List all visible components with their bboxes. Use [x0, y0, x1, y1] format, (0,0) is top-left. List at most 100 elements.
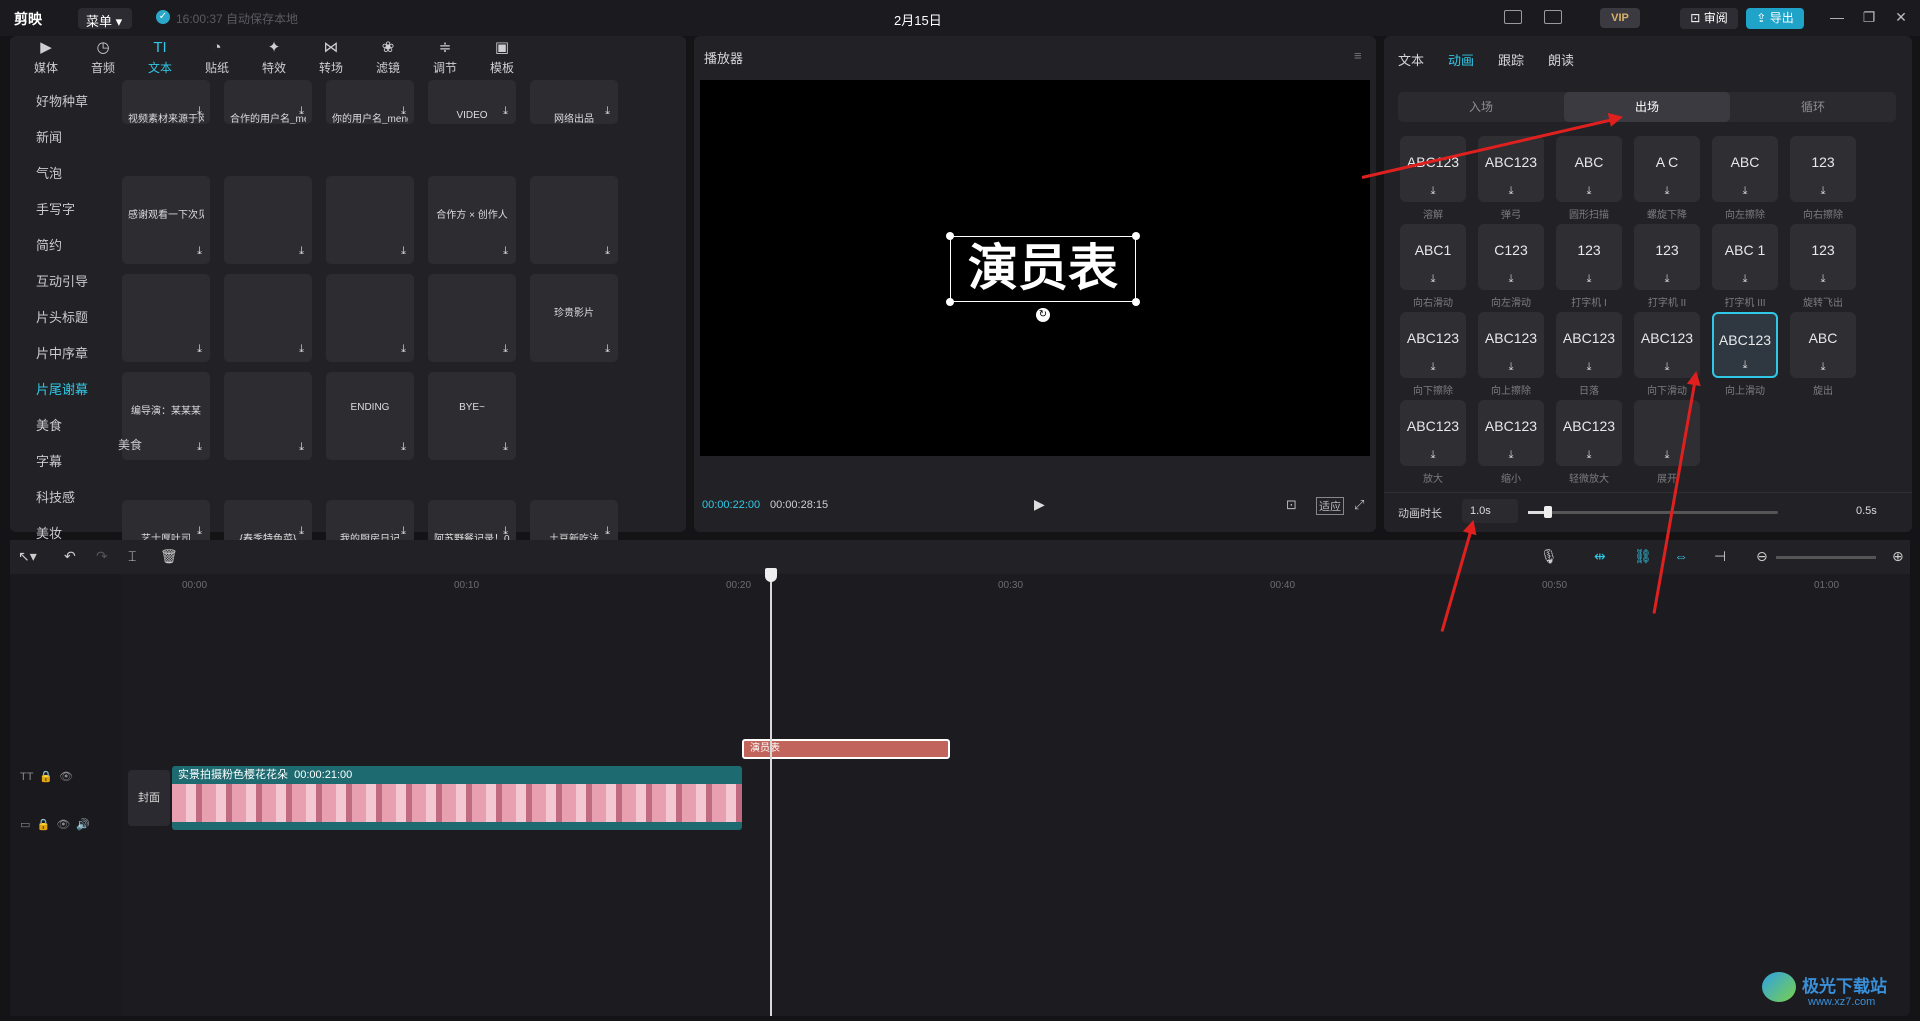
animation-preset[interactable]: ABC123⤓	[1556, 312, 1622, 378]
animation-preset[interactable]: ABC 1 ⤓	[1712, 224, 1778, 290]
text-template[interactable]: ⤓	[428, 274, 516, 362]
animation-preset[interactable]: ABC123⤓	[1634, 312, 1700, 378]
category-item[interactable]: 字幕	[10, 444, 118, 480]
category-item[interactable]: 新闻	[10, 120, 118, 156]
player-menu-icon[interactable]: ≡	[1354, 48, 1362, 63]
text-template[interactable]: 珍贵影片 ⤓	[530, 274, 618, 362]
property-tab[interactable]: 朗读	[1548, 50, 1574, 69]
tool-tab[interactable]: ◷ 音频	[77, 40, 129, 76]
animation-preset[interactable]: ABC123⤓	[1400, 400, 1466, 466]
tool-tab[interactable]: ≑ 调节	[419, 40, 471, 76]
text-template[interactable]: ⤓	[224, 274, 312, 362]
play-icon[interactable]: ▶	[1034, 496, 1045, 513]
text-template[interactable]: {春季特色菜} ⤓	[224, 500, 312, 544]
property-tab[interactable]: 动画	[1448, 50, 1474, 69]
duration-slider[interactable]	[1528, 506, 1778, 518]
category-item[interactable]: 气泡	[10, 156, 118, 192]
text-template[interactable]: 合作的用户名_meng⤓	[224, 80, 312, 124]
redo-icon[interactable]: ↷	[96, 548, 108, 565]
delete-icon[interactable]: 🗑	[160, 548, 178, 565]
tool-tab[interactable]: ⋈ 转场	[305, 40, 357, 76]
maximize-icon[interactable]: ❐	[1860, 9, 1878, 26]
category-item[interactable]: 好物种草	[10, 84, 118, 120]
text-template[interactable]: ⤓	[326, 274, 414, 362]
align-icon[interactable]: ⊣	[1714, 548, 1726, 565]
close-icon[interactable]: ✕	[1892, 9, 1910, 26]
preview-axis-icon[interactable]: ⇔	[1674, 548, 1688, 564]
category-item[interactable]: 美食	[10, 408, 118, 444]
text-template[interactable]: ⤓	[224, 176, 312, 264]
animation-preset[interactable]: C123 ⤓	[1478, 224, 1544, 290]
text-template[interactable]: VIDEO ⤓	[428, 80, 516, 124]
category-item[interactable]: 片中序章	[10, 336, 118, 372]
text-template[interactable]: ⤓	[326, 176, 414, 264]
ratio-button[interactable]: 适应	[1316, 497, 1344, 515]
vip-badge[interactable]: VIP	[1600, 8, 1640, 28]
time-ruler[interactable]: 00:00 00:10 00:20 00:30 00:40 00:50 01:00	[122, 574, 1910, 598]
animation-preset[interactable]: 123 ⤓	[1634, 224, 1700, 290]
fullscreen-icon[interactable]: ⤢	[1354, 497, 1364, 513]
overlay-text[interactable]: 演员表	[950, 236, 1136, 302]
tool-tab[interactable]: ❀ 滤镜	[362, 40, 414, 76]
category-item[interactable]: 互动引导	[10, 264, 118, 300]
text-template[interactable]: 合作方 × 创作人 ⤓	[428, 176, 516, 264]
preview-canvas[interactable]: 演员表 ↻	[700, 80, 1370, 456]
animation-preset[interactable]: ABC123⤓	[1556, 400, 1622, 466]
text-template[interactable]: BYE~ ⤓	[428, 372, 516, 460]
animation-subtab[interactable]: 入场	[1398, 92, 1564, 122]
text-template[interactable]: 土豆新吃法 ⤓	[530, 500, 618, 544]
animation-preset[interactable]: ABC123⤓	[1400, 136, 1466, 202]
text-template[interactable]: 艺士厚吐司 ⤓	[122, 500, 210, 544]
text-template[interactable]: 你的用户名_meng ⤓	[326, 80, 414, 124]
animation-subtab[interactable]: 出场	[1564, 92, 1730, 122]
animation-preset[interactable]: ABC ⤓	[1556, 136, 1622, 202]
category-item[interactable]: 手写字	[10, 192, 118, 228]
zoom-out-icon[interactable]: ⊖	[1756, 548, 1768, 565]
video-track-controls[interactable]: ▭ 🔒 👁 🔊	[20, 818, 90, 831]
resize-handle[interactable]	[946, 298, 954, 306]
tool-tab[interactable]: ▶ 媒体	[20, 40, 72, 76]
property-tab[interactable]: 文本	[1398, 50, 1424, 69]
category-item[interactable]: 简约	[10, 228, 118, 264]
tool-tab[interactable]: TI 文本	[134, 40, 186, 76]
text-template[interactable]: 感谢观看一下次见 ⤓	[122, 176, 210, 264]
animation-preset[interactable]: ABC123⤓	[1400, 312, 1466, 378]
animation-preset[interactable]: ABC ⤓	[1712, 136, 1778, 202]
resize-handle[interactable]	[1132, 232, 1140, 240]
record-icon[interactable]: 🎙	[1540, 548, 1558, 565]
zoom-in-icon[interactable]: ⊕	[1892, 548, 1904, 565]
animation-preset[interactable]: 123 ⤓	[1790, 136, 1856, 202]
category-item[interactable]: 片尾谢幕	[10, 372, 118, 408]
text-template[interactable]: ⤓	[224, 372, 312, 460]
playhead[interactable]	[770, 570, 772, 1016]
link-icon[interactable]: ⛓	[1634, 548, 1652, 565]
zoom-slider[interactable]	[1776, 556, 1876, 559]
review-button[interactable]: ⊡ 审阅	[1680, 8, 1738, 29]
export-button[interactable]: ⇪ 导出	[1746, 8, 1804, 29]
animation-preset[interactable]: 123 ⤓	[1790, 224, 1856, 290]
category-item[interactable]: 科技感	[10, 480, 118, 516]
text-template[interactable]: ⤓	[530, 176, 618, 264]
tool-tab[interactable]: ◔ 贴纸	[191, 40, 243, 76]
cover-button[interactable]: 封面	[128, 770, 170, 826]
playhead-handle[interactable]	[765, 568, 777, 582]
video-clip[interactable]: 实景拍摄粉色樱花花朵 00:00:21:00	[172, 766, 742, 830]
rotate-icon[interactable]: ↻	[1036, 308, 1050, 322]
text-template[interactable]: 我的厨房日记 ⤓	[326, 500, 414, 544]
screenshot-icon[interactable]: ⊡	[1286, 497, 1297, 513]
animation-preset[interactable]: ABC123⤓	[1478, 312, 1544, 378]
animation-preset[interactable]: ABC ⤓	[1790, 312, 1856, 378]
resize-handle[interactable]	[1132, 298, 1140, 306]
menu-button[interactable]: 菜单 ▾	[78, 8, 132, 29]
animation-preset[interactable]: A C ⤓	[1634, 136, 1700, 202]
text-template[interactable]: ⤓	[122, 274, 210, 362]
tool-tab[interactable]: ✦ 特效	[248, 40, 300, 76]
layout-icon[interactable]	[1544, 10, 1562, 24]
text-template[interactable]: 视频素材来源于网络⤓	[122, 80, 210, 124]
shortcut-icon[interactable]	[1504, 10, 1522, 24]
text-track-controls[interactable]: TT 🔒 👁	[20, 770, 73, 783]
undo-icon[interactable]: ↶	[64, 548, 76, 565]
animation-subtab[interactable]: 循环	[1730, 92, 1896, 122]
tool-tab[interactable]: ▣ 模板	[476, 40, 528, 76]
animation-preset[interactable]: 123 ⤓	[1556, 224, 1622, 290]
